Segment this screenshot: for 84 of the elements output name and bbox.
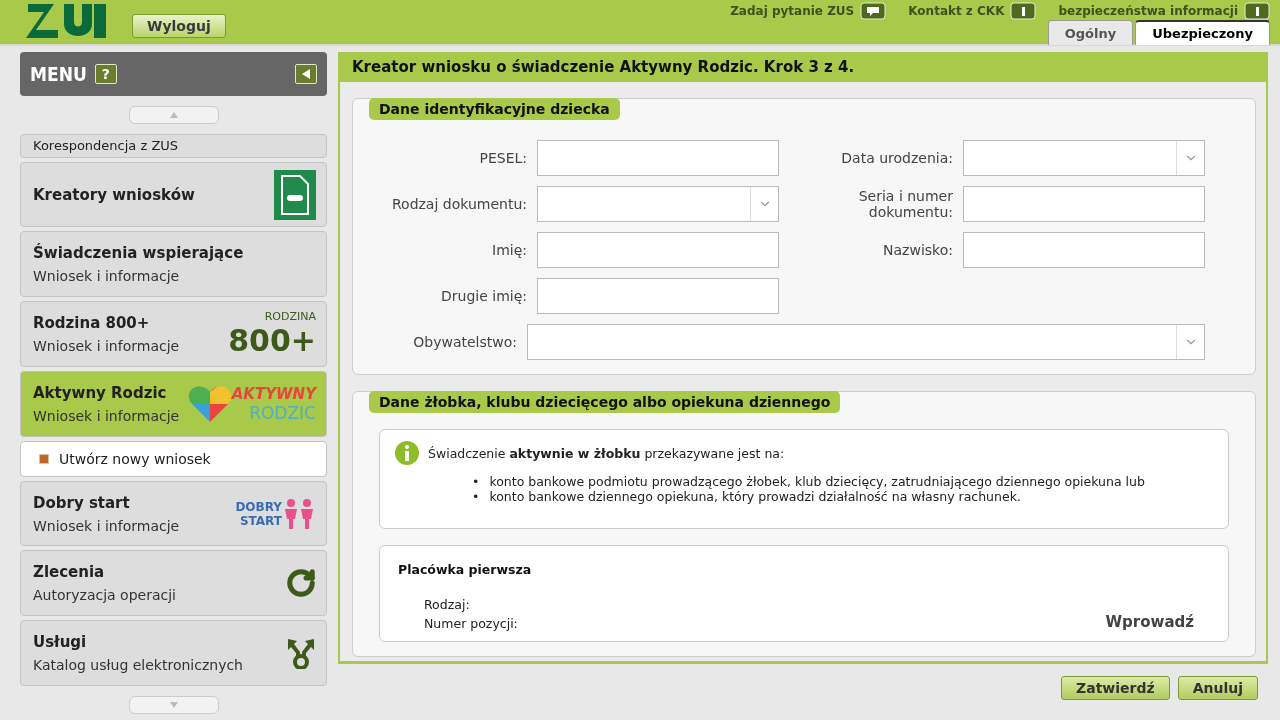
info-icon	[1244, 2, 1270, 20]
info-text: Świadczenie aktywnie w żłobku przekazywane jest na:	[428, 445, 785, 461]
info-bullet: konto bankowe podmiotu prowadzącego żłobek, klub dziecięcy, zatrudniającego dziennego opiekuna lub	[489, 474, 1145, 489]
field-label: Imię:	[491, 242, 527, 258]
menu-item-title: Korespondencja z ZUS	[33, 138, 180, 154]
field-label: Nazwisko:	[882, 242, 953, 258]
menu-item[interactable]: Korespondencja z ZUS	[20, 133, 327, 158]
refresh-icon	[286, 568, 316, 599]
menu-item[interactable]: Rodzina 800+ Wniosek i informacje RODZINA 800+	[20, 301, 327, 368]
select-field[interactable]	[527, 324, 1205, 360]
header-link[interactable]: Zadaj pytanie ZUS	[730, 2, 887, 20]
logo-text: START	[239, 513, 282, 528]
tab[interactable]: Ubezpieczony	[1135, 20, 1270, 45]
menu-item-subtitle: Wniosek i informacje	[33, 517, 181, 534]
menu-item[interactable]: Świadczenia wspierające Wniosek i informacje	[20, 231, 327, 298]
menu-item-title: Usługi	[33, 633, 88, 652]
select-field[interactable]	[963, 140, 1205, 176]
logo-text: DOBRY	[235, 499, 282, 514]
menu-item[interactable]: Usługi Katalog usług elektronicznych	[20, 620, 327, 687]
logo-text: RODZINA	[264, 310, 316, 324]
field-label: Data urodzenia:	[840, 150, 953, 166]
document-icon	[274, 169, 316, 220]
field-label: PESEL:	[478, 150, 527, 166]
logo-text: 800+	[228, 323, 316, 359]
collapse-button[interactable]	[295, 63, 317, 84]
field-label: Obywatelstwo:	[412, 334, 517, 350]
section-heading: Dane żłobka, klubu dziecięcego albo opiekuna dziennego	[369, 391, 841, 413]
menu-item-title: Dobry start	[33, 493, 131, 512]
input-field[interactable]	[963, 186, 1205, 222]
facility-label: Numer pozycji:	[424, 616, 518, 631]
chat-icon	[860, 2, 887, 20]
logo-text: AKTYWNY	[231, 384, 316, 403]
menu-item[interactable]: Kreatory wniosków	[20, 161, 327, 228]
menu-item-subtitle: Wniosek i informacje	[33, 338, 181, 355]
puzzle-heart-icon	[187, 383, 232, 424]
bullet-marker: •	[472, 474, 480, 489]
menu-item-title: Rodzina 800+	[33, 314, 151, 333]
select-field[interactable]	[537, 186, 779, 222]
info-icon	[1010, 2, 1037, 20]
info-bullet: konto bankowe dziennego opiekuna, który prowadzi działalność na własny rachunek.	[489, 489, 1021, 504]
input-field[interactable]	[537, 278, 779, 314]
facility-title: Placówka pierwsza	[398, 562, 533, 577]
menu-item[interactable]: Dobry start Wniosek i informacje DOBRY START	[20, 480, 327, 547]
section-heading: Dane identyfikacyjne dziecka	[369, 98, 620, 120]
panel-title: Kreator wniosku o świadczenie Aktywny Rodzic. Krok 3 z 4.	[340, 52, 1266, 82]
field-label: Drugie imię:	[440, 288, 527, 304]
input-field[interactable]	[537, 232, 779, 268]
bullet-icon	[39, 453, 49, 464]
confirm-button[interactable]: Zatwierdź	[1061, 676, 1170, 700]
header-link[interactable]: bezpieczeństwa informacji	[1058, 2, 1270, 20]
info-icon	[394, 440, 420, 466]
menu-item-title: Zlecenia	[33, 563, 106, 582]
bullet-marker: •	[472, 489, 480, 504]
header-link[interactable]: Kontakt z CKK	[908, 2, 1037, 20]
submenu-label: Utwórz nowy wniosek	[59, 450, 211, 467]
scroll-up-button[interactable]	[128, 105, 219, 124]
input-field[interactable]	[537, 140, 779, 176]
fork-arrows-icon	[286, 637, 316, 670]
logo-text: RODZIC	[249, 402, 316, 423]
menu-item-title: Kreatory wniosków	[33, 185, 196, 204]
menu-item[interactable]: Zlecenia Autoryzacja operacji	[20, 550, 327, 617]
children-icon	[282, 497, 316, 530]
scroll-down-button[interactable]	[128, 696, 219, 714]
logout-button[interactable]: Wyloguj	[132, 14, 226, 38]
input-field[interactable]	[963, 232, 1205, 268]
cancel-button[interactable]: Anuluj	[1177, 676, 1258, 700]
menu-item-title: Świadczenia wspierające	[33, 244, 245, 263]
menu-item[interactable]: Aktywny Rodzic Wniosek i informacje AKTYWNY RODZIC	[20, 371, 327, 437]
facility-label: Rodzaj:	[424, 597, 471, 612]
menu-item-subtitle: Autoryzacja operacji	[33, 587, 177, 604]
down-arrow-icon	[169, 702, 178, 708]
menu-title: MENU	[30, 62, 87, 85]
up-arrow-icon	[169, 111, 178, 118]
left-arrow-icon	[302, 68, 310, 79]
submenu-item[interactable]: Utwórz nowy wniosek	[20, 440, 327, 477]
tab[interactable]: Ogólny	[1047, 20, 1134, 45]
menu-item-subtitle: Katalog usług elektronicznych	[33, 657, 244, 674]
menu-item-subtitle: Wniosek i informacje	[33, 407, 181, 424]
help-button[interactable]: ?	[94, 63, 117, 84]
field-label: Rodzaj dokumentu:	[390, 196, 527, 212]
menu-item-title: Aktywny Rodzic	[33, 383, 168, 402]
menu-item-subtitle: Wniosek i informacje	[33, 268, 181, 285]
field-label: Seria i numer dokumentu:	[857, 188, 953, 220]
enter-link[interactable]: Wprowadź	[1105, 613, 1194, 631]
